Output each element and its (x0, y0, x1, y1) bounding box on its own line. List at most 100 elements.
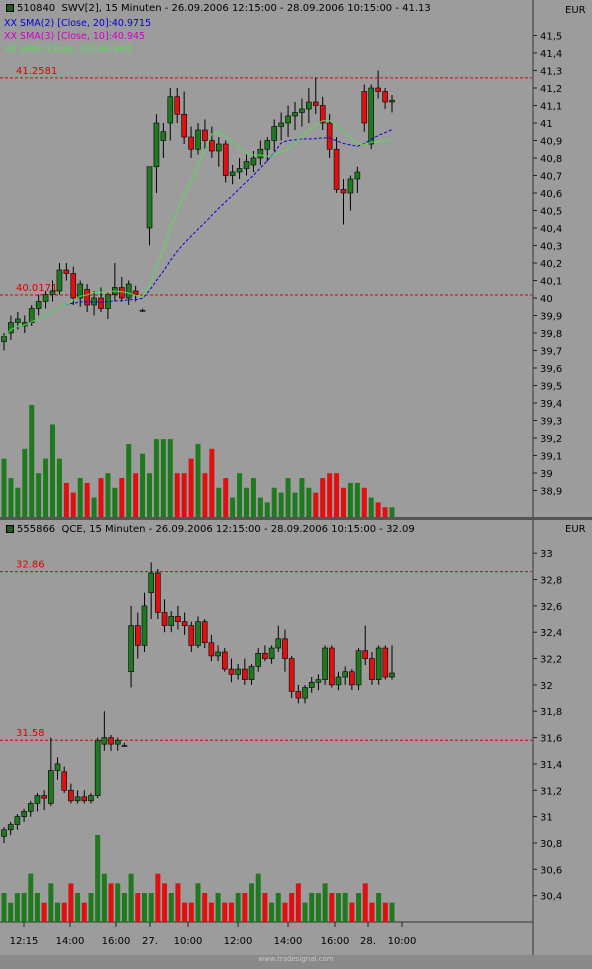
volume-bar (21, 893, 27, 922)
y-tick-label: 31,8 (540, 707, 562, 718)
y-tick-label: 41,3 (540, 67, 562, 78)
y-tick-label: 39,2 (540, 434, 562, 445)
candle-body (306, 101, 312, 110)
candle-body (118, 287, 125, 299)
candle-body (340, 189, 347, 194)
volume-bar (249, 883, 255, 922)
y-tick-label: 40,6 (540, 189, 562, 200)
volume-bar (285, 478, 291, 517)
candle-body (188, 136, 194, 150)
candle-body (349, 671, 355, 686)
candle-body (299, 108, 305, 113)
volume-bar (119, 478, 125, 517)
candle-body (98, 297, 104, 309)
volume-bar (155, 873, 161, 922)
volume-bar (108, 883, 114, 922)
volume-bar (292, 492, 298, 517)
volume-bar (329, 893, 335, 922)
x-tick-label: 16:00 (102, 936, 131, 947)
volume-bar (269, 902, 275, 922)
candle-body (308, 681, 315, 688)
candle-body (229, 171, 236, 176)
volume-bar (349, 902, 355, 922)
candle-body (262, 652, 268, 659)
volume-bar (306, 487, 312, 517)
candle-body (155, 572, 161, 613)
volume-bar (215, 893, 221, 922)
indicator-sma10-purple-label: XX SMA(3) [Close, 10]:40.945 (4, 31, 146, 42)
candle-body (326, 122, 333, 150)
candle-body (1, 829, 7, 837)
y-tick-label: 40,9 (540, 137, 562, 148)
candle-body (322, 647, 328, 680)
volume-bar (302, 902, 308, 922)
y-tick-label: 40,5 (540, 207, 562, 218)
volume-bar (322, 883, 328, 922)
volume-bar (368, 497, 374, 517)
volume-bar (313, 492, 319, 517)
volume-bar (105, 473, 111, 517)
y-tick-label: 39,1 (540, 452, 562, 463)
volume-bar (244, 487, 249, 517)
volume-bar (382, 902, 388, 922)
volume-bar (147, 473, 152, 517)
candle-body (121, 745, 128, 747)
candle-body (335, 676, 342, 686)
y-tick-label: 39,7 (540, 347, 562, 358)
volume-bar (81, 902, 87, 922)
candle-body (54, 763, 61, 771)
volume-bar (181, 473, 187, 517)
candle-body (132, 290, 139, 295)
y-tick-label: 31,6 (540, 734, 562, 745)
candle-body (236, 168, 243, 173)
panel2-header: 555866 QCE, 15 Minuten - 26.09.2006 12:1… (6, 524, 415, 536)
volume-bar (34, 893, 40, 922)
x-tick-label: 28. (360, 936, 376, 947)
candle-body (1, 336, 7, 343)
y-tick-label: 41,2 (540, 84, 562, 95)
volume-bar (8, 478, 14, 517)
volume-bar (216, 487, 222, 517)
y-tick-label: 41 (540, 119, 553, 130)
candle-body (146, 166, 153, 229)
candle-body (181, 621, 188, 626)
volume-bar (389, 507, 395, 517)
x-tick-label: 10:00 (174, 936, 203, 947)
volume-bar (77, 478, 83, 517)
candle-body (382, 91, 388, 103)
volume-bar (382, 507, 388, 517)
volume-bar (63, 482, 69, 517)
candle-body (282, 638, 288, 659)
candle-body (160, 131, 167, 141)
candle-body (361, 91, 368, 124)
y-tick-label: 30,6 (540, 865, 562, 876)
candle-body (68, 789, 74, 802)
volume-bar (50, 424, 55, 517)
candle-body (368, 87, 375, 145)
volume-bar (48, 883, 54, 922)
candle-body (174, 96, 181, 115)
x-tick-label: 14:00 (274, 936, 303, 947)
candle-body (34, 795, 41, 804)
candle-body (195, 621, 201, 646)
reference-line-label: 32.86 (16, 560, 45, 571)
y-tick-label: 31 (540, 813, 553, 824)
volume-bar (168, 893, 174, 922)
candle-body (167, 96, 174, 124)
volume-bar (230, 497, 236, 517)
volume-bar (68, 883, 74, 922)
y-tick-label: 31,2 (540, 786, 562, 797)
volume-bar (22, 448, 28, 517)
candle-body (355, 650, 362, 686)
candle-body (215, 143, 222, 152)
volume-bar (36, 473, 42, 517)
volume-bar (389, 902, 395, 922)
volume-bar (175, 883, 181, 922)
volume-bar (1, 458, 7, 517)
volume-bar (8, 902, 14, 922)
volume-bar (128, 873, 134, 922)
volume-bar (208, 902, 214, 922)
candle-body (248, 666, 255, 680)
volume-bar (112, 487, 118, 517)
candle-body (375, 647, 382, 680)
